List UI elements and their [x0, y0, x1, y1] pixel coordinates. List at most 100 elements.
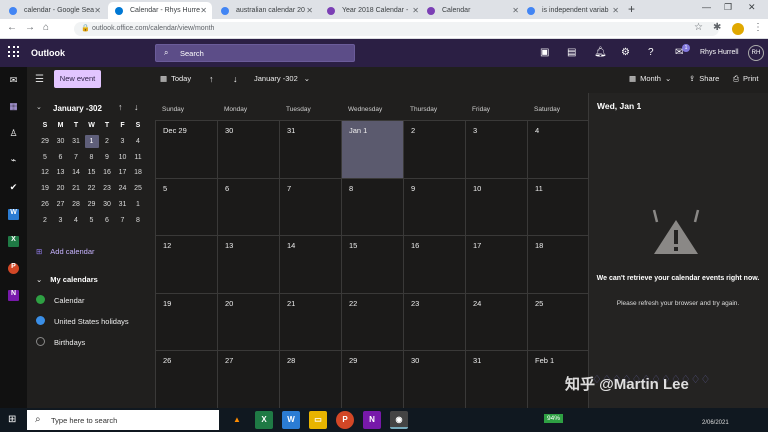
attachment-icon[interactable]: ⌁ [8, 155, 19, 166]
people-icon[interactable]: ♙ [8, 128, 19, 139]
mini-month-day[interactable]: 8 [131, 214, 145, 227]
mini-month-day[interactable]: 7 [69, 151, 83, 164]
browser-tab[interactable]: Year 2018 Calendar - ✕ [320, 2, 424, 19]
bell-icon[interactable]: 🔔︎ [594, 47, 607, 58]
day-cell[interactable]: 5 [155, 177, 217, 236]
day-cell[interactable]: 24 [465, 292, 527, 351]
mini-month-day[interactable]: 29 [38, 135, 52, 148]
close-tab-icon[interactable]: ✕ [612, 6, 619, 15]
calendar-list-item[interactable]: Calendar [36, 295, 84, 305]
todo-icon[interactable]: ✔ [8, 182, 19, 193]
mini-month-day[interactable]: 4 [69, 214, 83, 227]
onenote-icon[interactable]: N [8, 290, 19, 301]
chrome-taskbar-icon[interactable]: ◉ [390, 411, 408, 429]
day-cell[interactable]: 10 [465, 177, 527, 236]
mini-month-day[interactable]: 29 [85, 198, 99, 211]
share-button[interactable]: ⇪ Share [689, 74, 719, 83]
word-icon[interactable]: W [8, 209, 19, 220]
powerpoint-taskbar-icon[interactable]: P [336, 411, 354, 429]
taskbar-date[interactable]: 2/06/2021 [702, 420, 729, 426]
new-tab-button[interactable]: + [628, 2, 635, 16]
day-cell[interactable]: 9 [403, 177, 465, 236]
calendar-list-item[interactable]: Birthdays [36, 337, 85, 347]
collapse-chevron-icon[interactable]: ⌄ [36, 103, 42, 111]
day-cell[interactable]: 2 [403, 120, 465, 178]
day-cell[interactable]: 3 [465, 120, 527, 178]
day-cell[interactable]: 6 [217, 177, 279, 236]
mini-month-day[interactable]: 17 [116, 166, 130, 179]
mini-month-day[interactable]: 3 [54, 214, 68, 227]
mini-month-day[interactable]: 6 [54, 151, 68, 164]
browser-tab[interactable]: is independent variab ✕ [520, 2, 624, 19]
more-menu-icon[interactable]: ⋮ [753, 22, 763, 33]
mini-month-day[interactable]: 30 [54, 135, 68, 148]
forward-icon[interactable]: → [25, 22, 35, 33]
address-bar[interactable]: 🔒 outlook.office.com/calendar/view/month [74, 22, 719, 36]
hamburger-menu-icon[interactable]: ☰ [35, 74, 44, 85]
day-cell[interactable]: 31 [465, 350, 527, 408]
mini-month-day[interactable]: 7 [116, 214, 130, 227]
close-window-button[interactable]: ✕ [748, 2, 756, 13]
excel-taskbar-icon[interactable]: X [255, 411, 273, 429]
day-cell[interactable]: 13 [217, 235, 279, 293]
mini-month-day[interactable]: 20 [54, 182, 68, 195]
word-taskbar-icon[interactable]: W [282, 411, 300, 429]
mini-month-day[interactable]: 5 [85, 214, 99, 227]
user-name[interactable]: Rhys Hurrell [700, 49, 739, 56]
day-cell[interactable]: Dec 29 [155, 120, 217, 178]
previous-arrow-icon[interactable]: ↑ [209, 74, 214, 84]
day-cell[interactable]: 23 [403, 292, 465, 351]
day-cell[interactable]: 28 [279, 350, 341, 408]
browser-tab[interactable]: australian calendar 20 ✕ [214, 2, 318, 19]
mini-month-day[interactable]: 12 [38, 166, 52, 179]
browser-tab[interactable]: calendar - Google Sea ✕ [2, 2, 106, 19]
mini-month-day[interactable]: 11 [131, 151, 145, 164]
maximize-button[interactable]: ❐ [724, 2, 732, 13]
my-calendars-header[interactable]: ⌄ My calendars [36, 275, 98, 284]
day-cell[interactable]: 21 [279, 292, 341, 351]
mini-month-day[interactable]: 16 [100, 166, 114, 179]
mini-month-day[interactable]: 4 [131, 135, 145, 148]
day-cell[interactable]: 4 [527, 120, 588, 178]
mini-month-day[interactable]: 2 [100, 135, 114, 148]
day-cell[interactable]: 20 [217, 292, 279, 351]
mini-month-day[interactable]: 5 [38, 151, 52, 164]
bookmark-star-icon[interactable]: ☆ [694, 22, 703, 33]
calendar-list-item[interactable]: United States holidays [36, 316, 129, 326]
mini-month-day[interactable]: 13 [54, 166, 68, 179]
mini-month-day[interactable]: 3 [116, 135, 130, 148]
day-cell[interactable]: 19 [155, 292, 217, 351]
mini-month-day[interactable]: 8 [85, 151, 99, 164]
help-icon[interactable]: ? [648, 47, 654, 58]
mini-month-day[interactable]: 28 [69, 198, 83, 211]
mini-month-day[interactable]: 19 [38, 182, 52, 195]
day-cell[interactable]: Jan 1 [341, 120, 403, 178]
next-month-arrow-icon[interactable]: ↓ [134, 102, 139, 112]
mini-month-day[interactable]: 27 [54, 198, 68, 211]
mini-month-day[interactable]: 15 [85, 166, 99, 179]
search-input[interactable]: ⌕ Search [155, 44, 355, 62]
browser-tab[interactable]: Calendar ✕ [420, 2, 524, 19]
profile-avatar[interactable] [732, 23, 744, 35]
mini-month-day[interactable]: 18 [131, 166, 145, 179]
mail-icon[interactable]: ✉ [8, 75, 19, 86]
day-cell[interactable]: 25 [527, 292, 588, 351]
view-switcher-button[interactable]: ▦ Month ⌄ [629, 74, 671, 83]
gear-icon[interactable]: ⚙ [621, 47, 630, 58]
back-icon[interactable]: ← [7, 22, 17, 33]
mini-month-day[interactable]: 26 [38, 198, 52, 211]
day-cell[interactable]: 26 [155, 350, 217, 408]
day-cell[interactable]: 31 [279, 120, 341, 178]
home-icon[interactable]: ⌂ [43, 22, 49, 33]
mini-month-day[interactable]: 1 [84, 135, 99, 148]
day-cell[interactable]: 16 [403, 235, 465, 293]
close-tab-icon[interactable]: ✕ [306, 6, 313, 15]
calendar-icon[interactable]: ▦ [8, 101, 19, 112]
close-tab-icon[interactable]: ✕ [94, 6, 101, 15]
day-cell[interactable]: 8 [341, 177, 403, 236]
taskbar-search-input[interactable]: ⌕ Type here to search [27, 410, 219, 430]
mini-month-day[interactable]: 24 [116, 182, 130, 195]
windows-start-icon[interactable]: ⊞ [8, 414, 16, 425]
previous-month-arrow-icon[interactable]: ↑ [118, 102, 123, 112]
powerpoint-icon[interactable]: P [8, 263, 19, 274]
